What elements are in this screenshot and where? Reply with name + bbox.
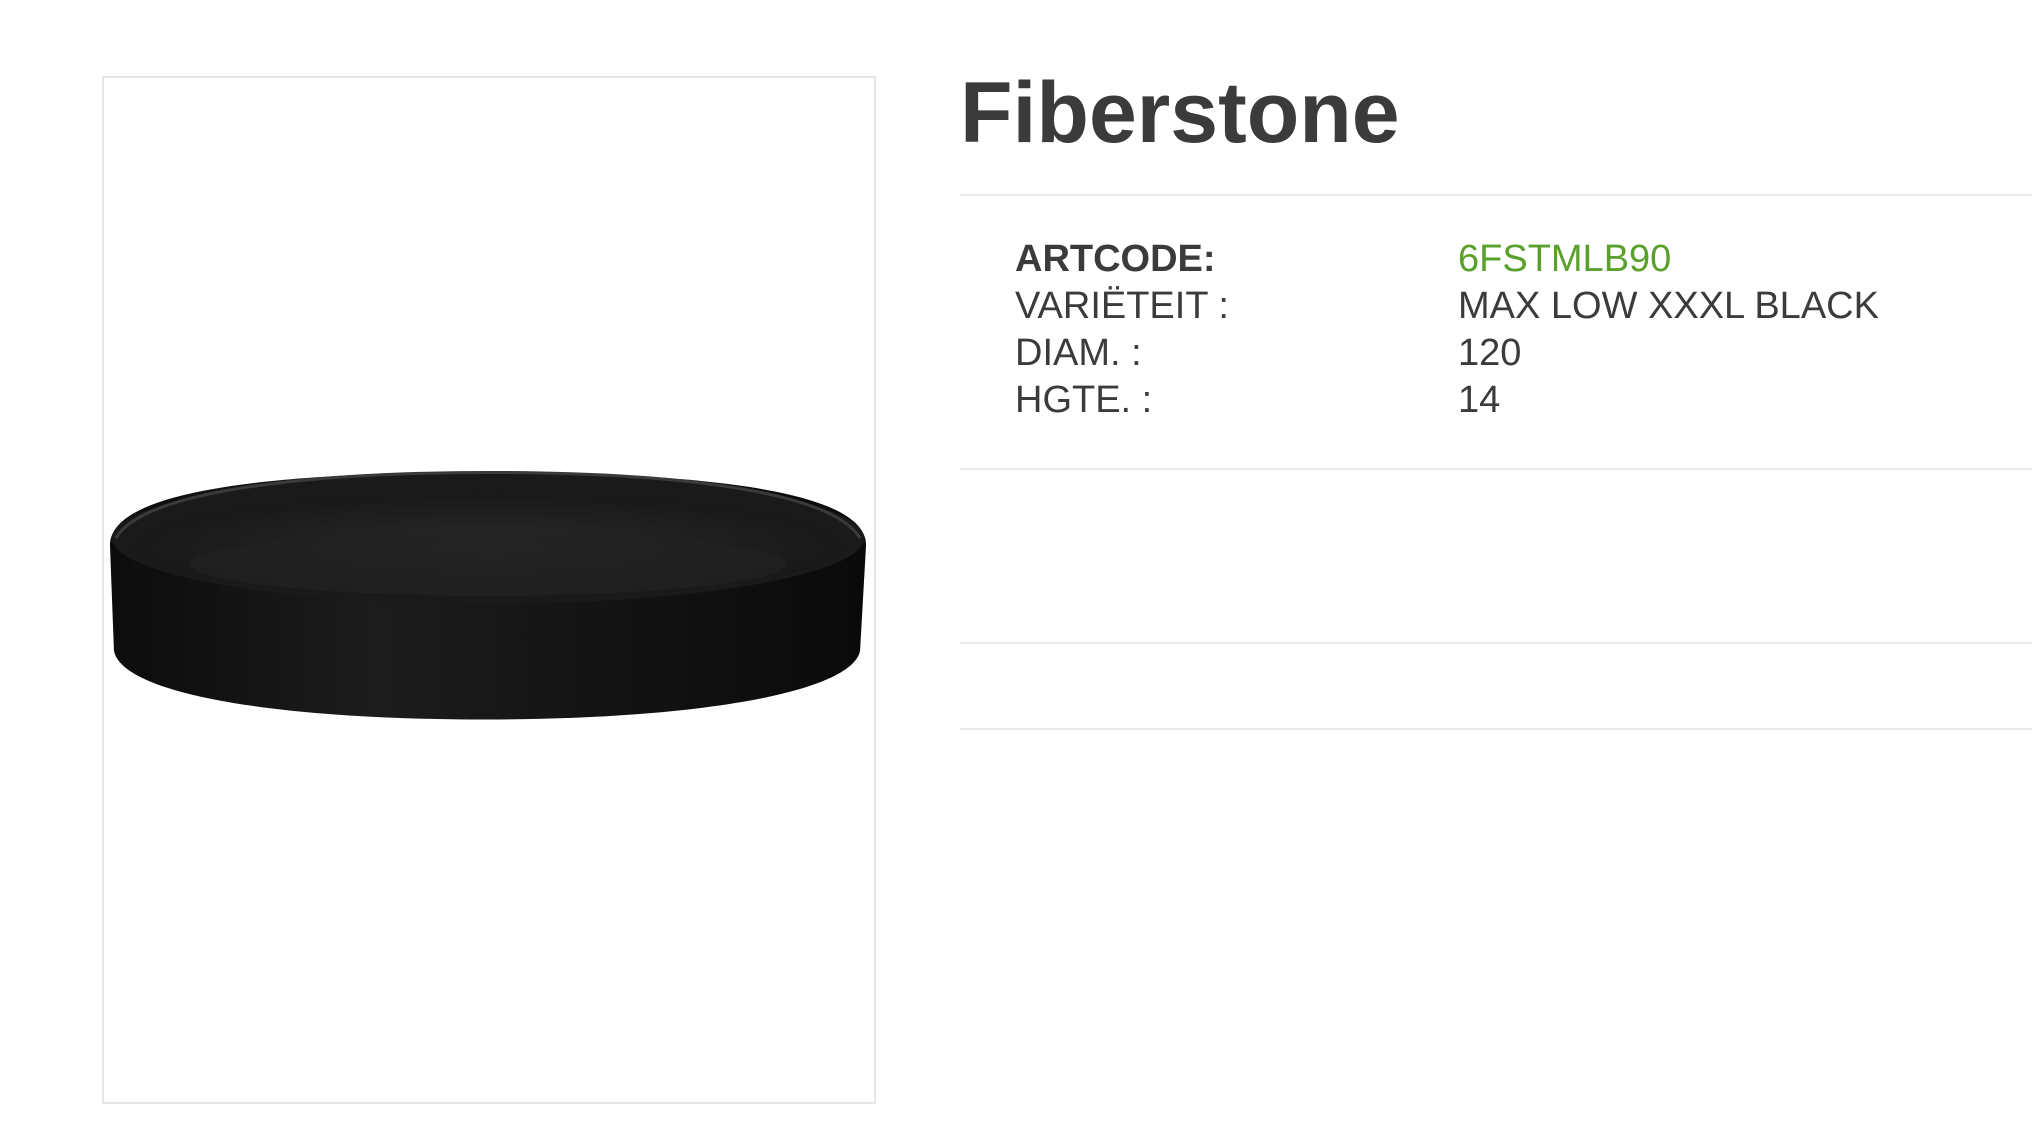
divider-line	[960, 642, 2032, 644]
spec-value-height: 14	[1458, 379, 1501, 421]
spec-row-artcode: ARTCODE: 6FSTMLB90	[1015, 236, 1995, 283]
spec-label: ARTCODE:	[1015, 238, 1216, 280]
black-round-saucer-image	[109, 470, 867, 720]
spec-value-variety: MAX LOW XXXL BLACK	[1458, 285, 1879, 327]
divider-line	[960, 194, 2032, 196]
spec-label: HGTE. :	[1015, 379, 1153, 421]
divider-line	[960, 728, 2032, 730]
spec-row-height: HGTE. : 14	[1015, 377, 1995, 424]
spec-value-diameter: 120	[1458, 332, 1522, 374]
product-title: Fiberstone	[960, 65, 1400, 161]
spec-value-artcode: 6FSTMLB90	[1458, 238, 1672, 280]
divider-line	[960, 468, 2032, 470]
spec-row-diameter: DIAM. : 120	[1015, 330, 1995, 377]
spec-row-variety: VARIËTEIT : MAX LOW XXXL BLACK	[1015, 283, 1995, 330]
spec-label: VARIËTEIT :	[1015, 285, 1229, 327]
product-image-frame	[102, 76, 876, 1104]
spec-label: DIAM. :	[1015, 332, 1142, 374]
spec-table: ARTCODE: 6FSTMLB90 VARIËTEIT : MAX LOW X…	[1015, 236, 1995, 424]
